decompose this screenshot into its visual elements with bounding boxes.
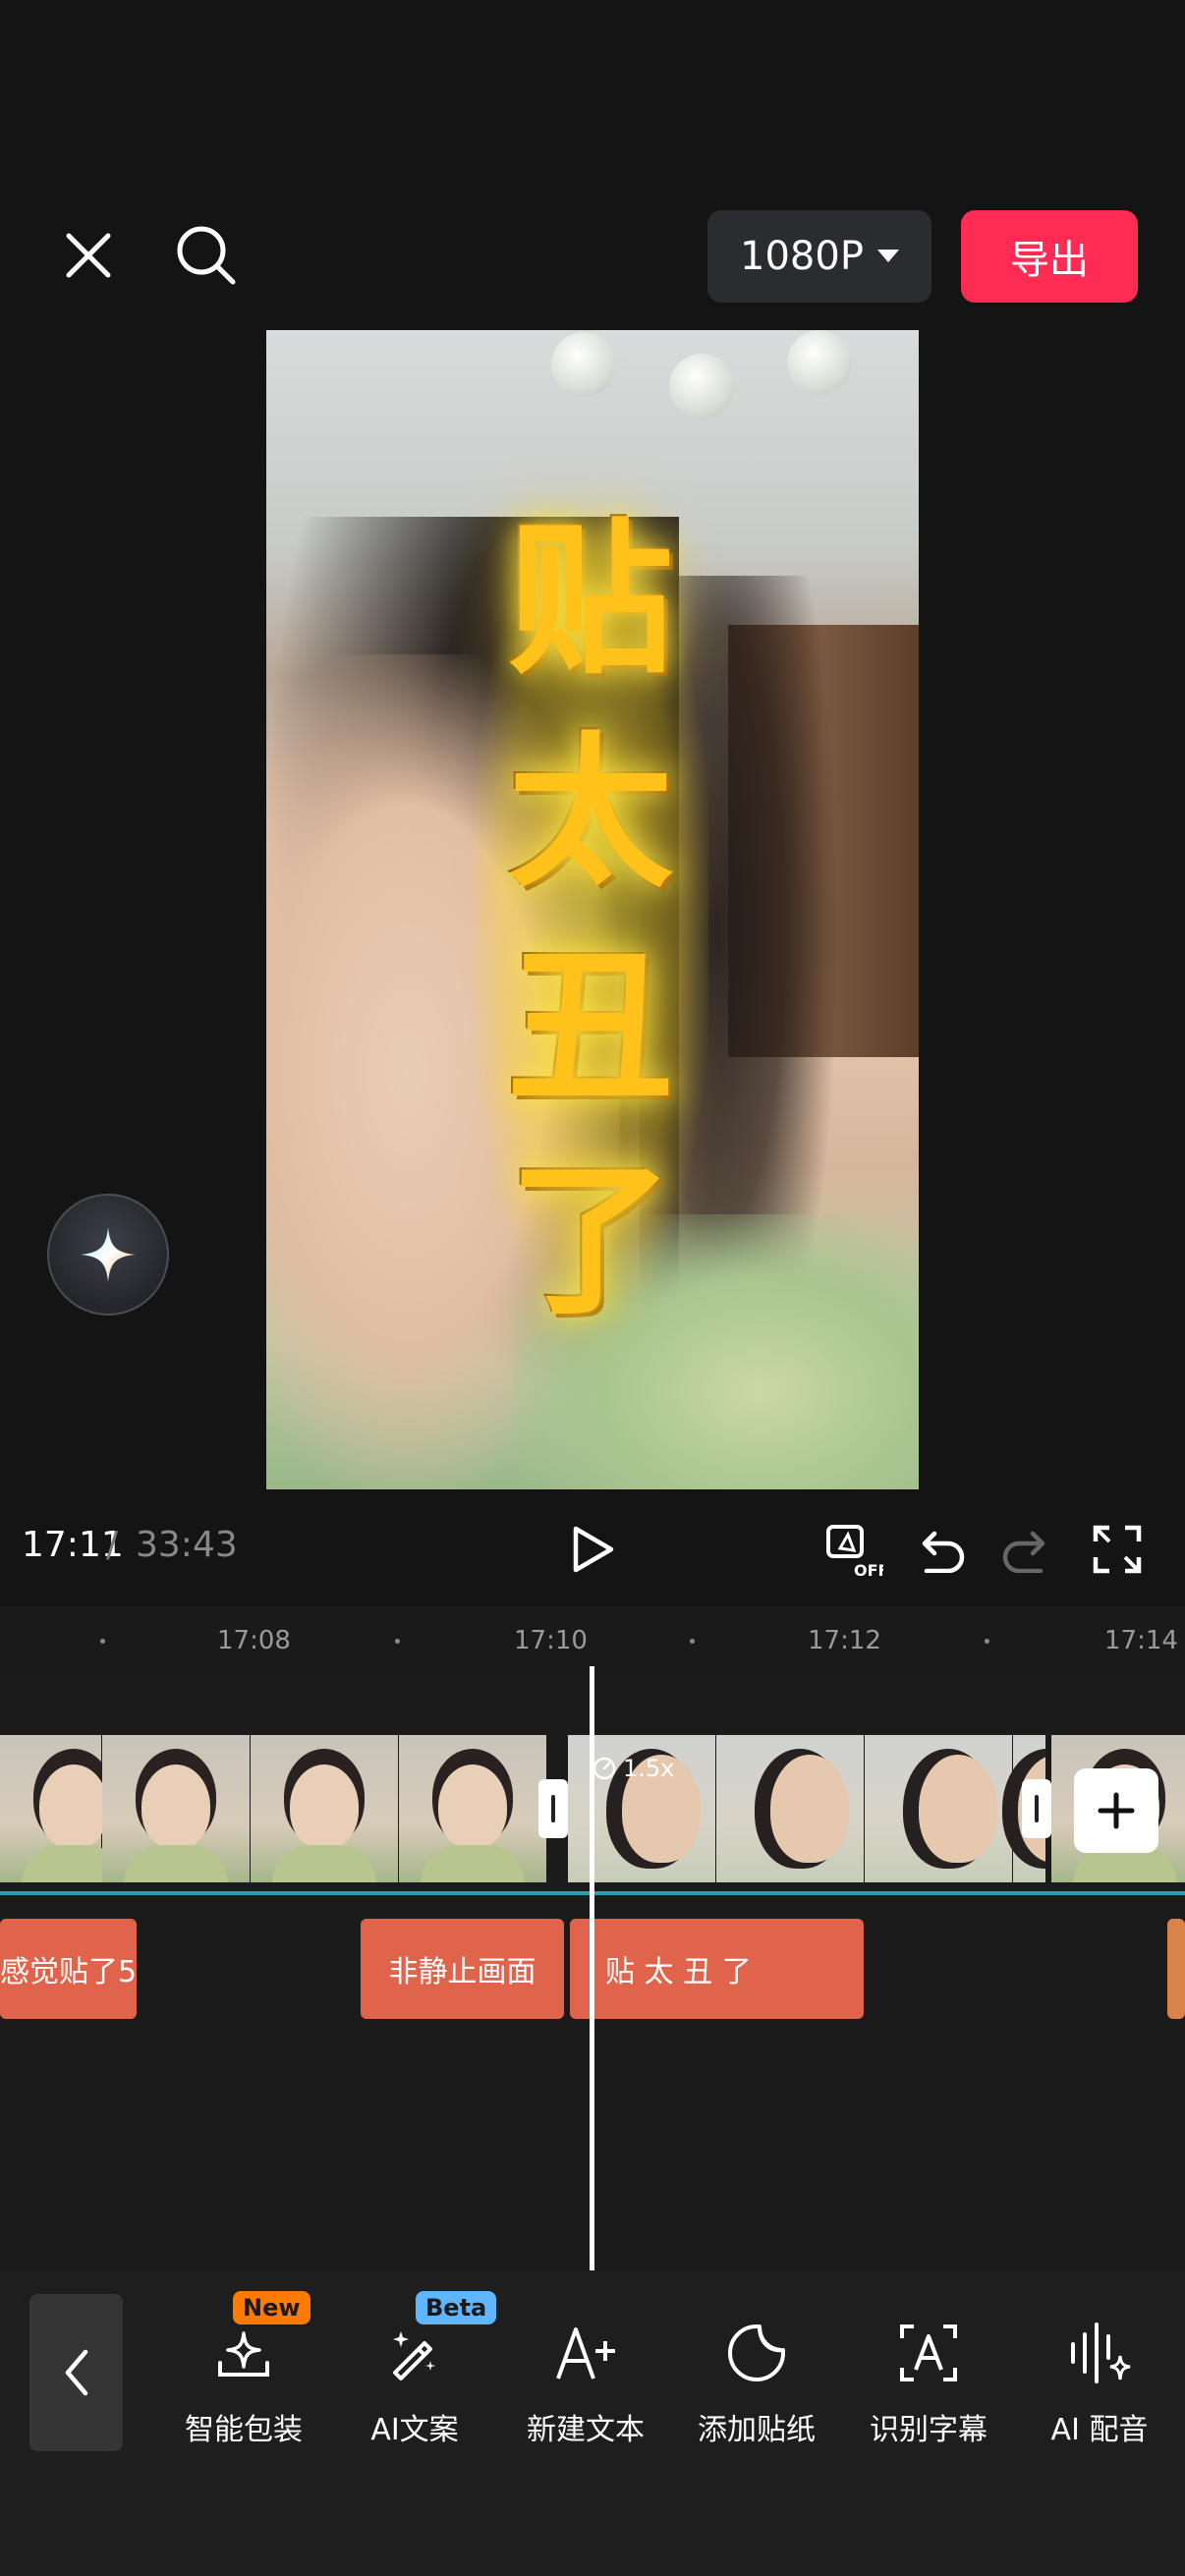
new-badge: New <box>233 2291 310 2324</box>
overlay-char: 太 <box>508 715 673 911</box>
transition-handle[interactable] <box>538 1779 568 1838</box>
chevron-left-icon <box>65 2349 87 2396</box>
fullscreen-button[interactable] <box>1087 1519 1148 1580</box>
tool-label: 添加贴纸 <box>698 2413 816 2447</box>
ceiling-lamp <box>669 354 734 419</box>
text-clip[interactable]: 感觉贴了5次 <box>0 1919 137 2019</box>
clip-thumbnail <box>251 1735 399 1882</box>
sparkle-box-icon <box>209 2319 278 2387</box>
clip-thumbnail <box>399 1735 547 1882</box>
back-button[interactable] <box>29 2294 123 2451</box>
ruler-dot <box>100 1639 105 1644</box>
tool-add-sticker[interactable]: 添加贴纸 <box>673 2319 840 2456</box>
text-clip-label: 贴 太 丑 了 <box>605 1955 752 1989</box>
tool-ai-voiceover[interactable]: AI 配音 <box>1016 2319 1183 2456</box>
ruler-label: 17:08 <box>217 1626 291 1655</box>
tool-label: 智能包装 <box>185 2413 303 2447</box>
sparkle-icon <box>81 1227 136 1282</box>
redo-button[interactable] <box>998 1521 1057 1580</box>
clip-thumbnail <box>0 1735 126 1882</box>
tool-smart-package[interactable]: 智能包装 <box>160 2319 327 2456</box>
clip-thumbnail <box>865 1735 1013 1882</box>
tool-ai-copywriting[interactable]: AI文案 <box>331 2319 498 2456</box>
text-clip[interactable]: 贴 太 丑 了 <box>570 1919 864 2019</box>
total-time: 33:43 <box>136 1525 238 1565</box>
text-clip[interactable] <box>1167 1919 1185 2019</box>
undo-button[interactable] <box>910 1521 969 1580</box>
caption-recognize-icon <box>894 2319 963 2387</box>
ai-assistant-button[interactable] <box>47 1194 169 1316</box>
resolution-label: 1080P <box>740 234 864 279</box>
ruler-dot <box>690 1639 695 1644</box>
speed-icon <box>592 1757 616 1780</box>
ruler-dot <box>985 1639 989 1644</box>
add-clip-button[interactable] <box>1074 1768 1158 1853</box>
overlay-char: 贴 <box>508 502 673 697</box>
caret-down-icon <box>876 250 899 262</box>
text-plus-icon <box>551 2319 620 2387</box>
ruler-label: 17:14 <box>1104 1626 1178 1655</box>
ai-voice-icon <box>1065 2319 1134 2387</box>
keyframe-off-button[interactable]: OFF <box>821 1521 886 1580</box>
time-separator: / <box>106 1525 119 1565</box>
tool-new-text[interactable]: 新建文本 <box>502 2319 669 2456</box>
tool-label: AI文案 <box>370 2413 459 2447</box>
clip-thumbnail <box>102 1735 251 1882</box>
ruler-dot <box>395 1639 400 1644</box>
overlay-char: 了 <box>508 1142 673 1337</box>
play-icon <box>573 1526 614 1573</box>
close-button[interactable] <box>54 221 123 290</box>
ceiling-lamp <box>551 332 616 397</box>
text-clip-label: 非静止画面 <box>388 1955 536 1989</box>
beta-badge: Beta <box>416 2291 497 2324</box>
video-preview[interactable]: 贴 太 丑 了 <box>266 330 919 1489</box>
ceiling-lamp <box>787 330 852 395</box>
ruler-label: 17:12 <box>808 1626 881 1655</box>
play-button[interactable] <box>560 1517 625 1582</box>
tool-label: 识别字幕 <box>870 2413 988 2447</box>
speed-tag: 1.5x <box>592 1755 674 1782</box>
search-button[interactable] <box>169 218 244 293</box>
text-clip-label: 感觉贴了5次 <box>0 1955 137 1989</box>
video-clip[interactable] <box>0 1735 562 1882</box>
export-button[interactable]: 导出 <box>961 210 1138 303</box>
timeline-ruler[interactable] <box>0 1606 1185 1675</box>
ruler-label: 17:10 <box>514 1626 588 1655</box>
resolution-dropdown[interactable]: 1080P <box>707 210 931 303</box>
plus-icon <box>1098 1792 1135 1829</box>
speed-label: 1.5x <box>623 1755 675 1782</box>
transition-handle[interactable] <box>1022 1779 1051 1838</box>
text-clip[interactable]: 非静止画面 <box>361 1919 564 2019</box>
tool-recognize-captions[interactable]: 识别字幕 <box>845 2319 1012 2456</box>
clip-thumbnail <box>716 1735 865 1882</box>
search-icon <box>177 226 236 285</box>
playhead[interactable] <box>590 1666 594 2270</box>
tool-label: 新建文本 <box>527 2413 645 2447</box>
fullscreen-icon <box>1093 1525 1142 1574</box>
export-label: 导出 <box>1010 238 1089 283</box>
close-icon <box>66 233 111 278</box>
magic-pen-icon <box>380 2319 449 2387</box>
undo-icon <box>922 1531 965 1573</box>
tool-label: AI 配音 <box>1050 2413 1149 2447</box>
sticker-icon <box>722 2319 791 2387</box>
overlay-char: 丑 <box>508 928 673 1124</box>
keyframe-off-icon: OFF <box>826 1525 883 1578</box>
svg-text:OFF: OFF <box>854 1561 883 1578</box>
sticker-text-overlay[interactable]: 贴 太 丑 了 <box>473 517 708 1322</box>
redo-icon <box>1002 1531 1045 1573</box>
